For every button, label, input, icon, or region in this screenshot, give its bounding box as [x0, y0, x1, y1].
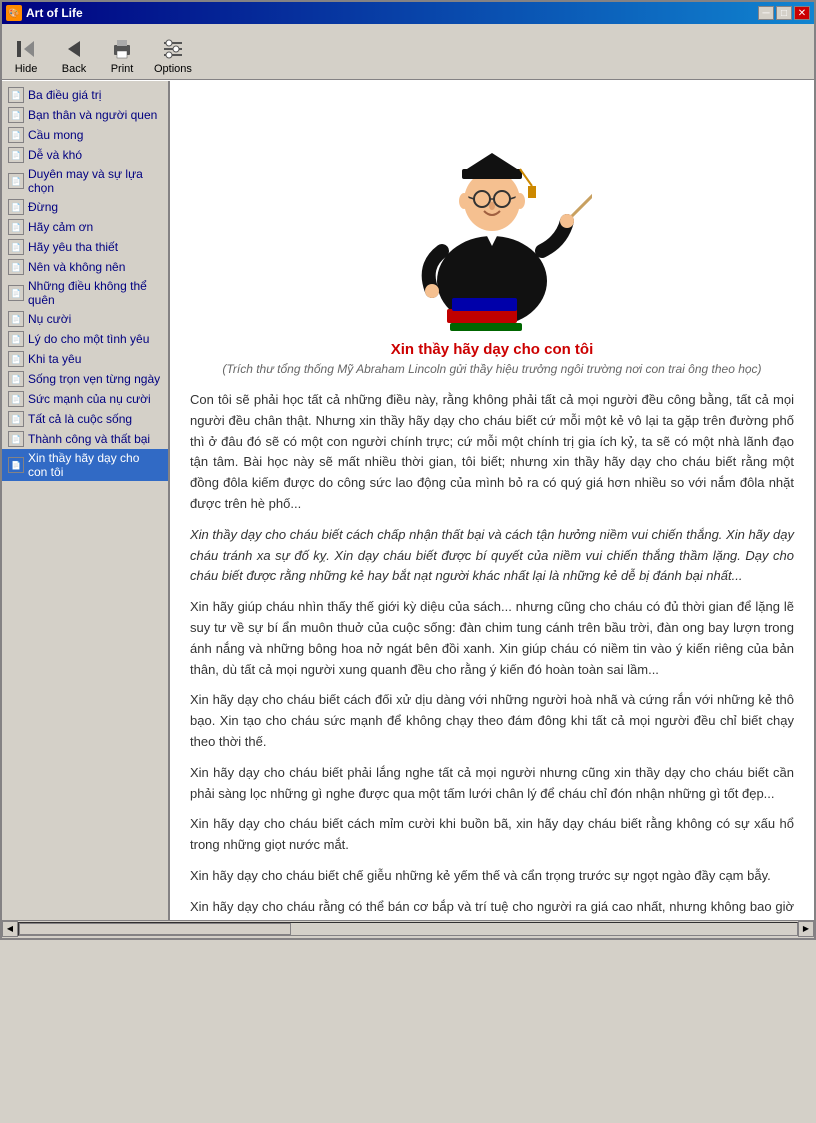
sidebar-item-icon-5: 📄: [8, 199, 24, 215]
article-title: Xin thầy hãy dạy cho con tôi: [190, 341, 794, 358]
sidebar-item-15[interactable]: 📄 Tất cả là cuộc sống: [2, 409, 168, 429]
back-label: Back: [62, 63, 86, 75]
sidebar-item-label-7: Hãy yêu tha thiết: [28, 240, 118, 254]
titlebar-buttons: ─ □ ✕: [758, 6, 810, 20]
horizontal-scrollbar: ◀ ▶: [2, 920, 814, 936]
sidebar-item-label-17: Xin thầy hãy dạy cho con tôi: [28, 451, 162, 479]
options-icon: [161, 37, 185, 61]
maximize-button[interactable]: □: [776, 6, 792, 20]
sidebar-item-label-14: Sức mạnh của nụ cười: [28, 392, 151, 406]
article-para-7: Xin hãy dạy cho cháu rằng có thể bán cơ …: [190, 897, 794, 920]
sidebar-item-icon-1: 📄: [8, 107, 24, 123]
back-button[interactable]: Back: [54, 35, 94, 77]
sidebar-item-label-10: Nụ cười: [28, 312, 71, 326]
sidebar-item-12[interactable]: 📄 Khi ta yêu: [2, 349, 168, 369]
article-para-5: Xin hãy dạy cho cháu biết cách mỉm cười …: [190, 814, 794, 856]
article-para-3: Xin hãy dạy cho cháu biết cách đối xử dị…: [190, 690, 794, 752]
sidebar-item-7[interactable]: 📄 Hãy yêu tha thiết: [2, 237, 168, 257]
sidebar-item-13[interactable]: 📄 Sống trọn vẹn từng ngày: [2, 369, 168, 389]
app-window: 🎨 Art of Life ─ □ ✕ Hide B: [0, 0, 816, 940]
sidebar-item-label-1: Bạn thân và người quen: [28, 108, 157, 122]
print-icon: [110, 37, 134, 61]
sidebar-item-icon-3: 📄: [8, 147, 24, 163]
sidebar-item-icon-2: 📄: [8, 127, 24, 143]
sidebar-item-9[interactable]: 📄 Những điều không thể quên: [2, 277, 168, 309]
article-para-1: Xin thầy dạy cho cháu biết cách chấp nhậ…: [190, 525, 794, 587]
titlebar: 🎨 Art of Life ─ □ ✕: [2, 2, 814, 24]
sidebar-item-10[interactable]: 📄 Nụ cười: [2, 309, 168, 329]
titlebar-left: 🎨 Art of Life: [6, 5, 83, 21]
sidebar-item-icon-8: 📄: [8, 259, 24, 275]
sidebar-item-icon-14: 📄: [8, 391, 24, 407]
sidebar-item-label-0: Ba điều giá trị: [28, 88, 101, 102]
main-layout: 📄 Ba điều giá trị 📄 Bạn thân và người qu…: [2, 80, 814, 920]
toolbar: Hide Back Print: [2, 24, 814, 80]
sidebar-item-label-9: Những điều không thể quên: [28, 279, 162, 307]
sidebar-item-icon-4: 📄: [8, 173, 24, 189]
sidebar: 📄 Ba điều giá trị 📄 Bạn thân và người qu…: [2, 81, 170, 920]
sidebar-item-5[interactable]: 📄 Đừng: [2, 197, 168, 217]
graduation-figure: [392, 91, 592, 331]
article-subtitle: (Trích thư tổng thống Mỹ Abraham Lincoln…: [190, 362, 794, 376]
scroll-track[interactable]: [18, 922, 798, 936]
sidebar-item-label-3: Dễ và khó: [28, 148, 82, 162]
options-label: Options: [154, 63, 192, 75]
window-title: Art of Life: [26, 6, 83, 20]
sidebar-item-label-12: Khi ta yêu: [28, 352, 81, 366]
sidebar-item-label-8: Nên và không nên: [28, 260, 125, 274]
article-para-2: Xin hãy giúp cháu nhìn thấy thế giới kỳ …: [190, 597, 794, 680]
article-para-4: Xin hãy dạy cho cháu biết phải lắng nghe…: [190, 763, 794, 805]
sidebar-item-label-4: Duyên may và sự lựa chọn: [28, 167, 162, 195]
options-button[interactable]: Options: [150, 35, 196, 77]
sidebar-item-label-13: Sống trọn vẹn từng ngày: [28, 372, 160, 386]
sidebar-item-14[interactable]: 📄 Sức mạnh của nụ cười: [2, 389, 168, 409]
back-icon: [62, 37, 86, 61]
sidebar-item-0[interactable]: 📄 Ba điều giá trị: [2, 85, 168, 105]
close-button[interactable]: ✕: [794, 6, 810, 20]
sidebar-item-icon-6: 📄: [8, 219, 24, 235]
print-button[interactable]: Print: [102, 35, 142, 77]
sidebar-item-3[interactable]: 📄 Dễ và khó: [2, 145, 168, 165]
sidebar-item-label-6: Hãy cảm ơn: [28, 220, 93, 234]
sidebar-item-6[interactable]: 📄 Hãy cảm ơn: [2, 217, 168, 237]
sidebar-item-4[interactable]: 📄 Duyên may và sự lựa chọn: [2, 165, 168, 197]
sidebar-item-icon-15: 📄: [8, 411, 24, 427]
sidebar-item-icon-9: 📄: [8, 285, 24, 301]
sidebar-item-label-16: Thành công và thất bại: [28, 432, 150, 446]
sidebar-item-icon-16: 📄: [8, 431, 24, 447]
scroll-left-button[interactable]: ◀: [2, 921, 18, 937]
hide-label: Hide: [15, 63, 38, 75]
sidebar-item-icon-0: 📄: [8, 87, 24, 103]
article-image: [190, 91, 794, 331]
sidebar-item-label-5: Đừng: [28, 200, 58, 214]
sidebar-item-label-2: Cầu mong: [28, 128, 83, 142]
scroll-thumb[interactable]: [19, 923, 291, 935]
sidebar-item-11[interactable]: 📄 Lý do cho một tình yêu: [2, 329, 168, 349]
sidebar-item-icon-17: 📄: [8, 457, 24, 473]
sidebar-item-icon-12: 📄: [8, 351, 24, 367]
sidebar-item-1[interactable]: 📄 Bạn thân và người quen: [2, 105, 168, 125]
sidebar-item-label-11: Lý do cho một tình yêu: [28, 332, 149, 346]
scroll-right-button[interactable]: ▶: [798, 921, 814, 937]
sidebar-item-16[interactable]: 📄 Thành công và thất bại: [2, 429, 168, 449]
article-para-6: Xin hãy dạy cho cháu biết chế giễu những…: [190, 866, 794, 887]
sidebar-item-8[interactable]: 📄 Nên và không nên: [2, 257, 168, 277]
article-body: Xin thầy hãy dạy cho con tôi (Trích thư …: [190, 341, 794, 920]
content-area[interactable]: Xin thầy hãy dạy cho con tôi (Trích thư …: [170, 81, 814, 920]
hide-button[interactable]: Hide: [6, 35, 46, 77]
print-label: Print: [111, 63, 134, 75]
minimize-button[interactable]: ─: [758, 6, 774, 20]
hide-icon: [14, 37, 38, 61]
sidebar-item-icon-13: 📄: [8, 371, 24, 387]
sidebar-item-icon-10: 📄: [8, 311, 24, 327]
sidebar-item-label-15: Tất cả là cuộc sống: [28, 412, 132, 426]
sidebar-item-2[interactable]: 📄 Cầu mong: [2, 125, 168, 145]
sidebar-item-17[interactable]: 📄 Xin thầy hãy dạy cho con tôi: [2, 449, 168, 481]
sidebar-item-icon-11: 📄: [8, 331, 24, 347]
sidebar-item-icon-7: 📄: [8, 239, 24, 255]
app-icon: 🎨: [6, 5, 22, 21]
article-para-0: Con tôi sẽ phải học tất cả những điều nà…: [190, 390, 794, 515]
